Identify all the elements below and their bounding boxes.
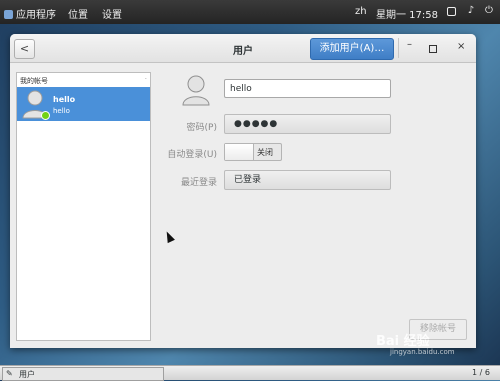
- toggle-state-label: 关闭: [257, 148, 273, 157]
- settings-menu[interactable]: 设置: [102, 6, 122, 21]
- watermark-text: Bai 经验: [376, 334, 430, 349]
- close-button[interactable]: ×: [457, 42, 465, 52]
- toggle-knob[interactable]: [225, 144, 254, 160]
- applications-menu[interactable]: 应用程序: [4, 6, 56, 21]
- user-list-item[interactable]: hello hello: [17, 87, 150, 121]
- screen-icon[interactable]: [447, 7, 456, 16]
- password-button[interactable]: ●●●●●: [224, 114, 391, 134]
- places-menu[interactable]: 位置: [68, 6, 88, 21]
- username-field[interactable]: hello: [224, 79, 391, 98]
- header-bar: < 用户 添加用户(A)… – ×: [10, 34, 476, 63]
- last-login-button[interactable]: 已登录: [224, 170, 391, 190]
- watermark-url: jingyan.baidu.com: [390, 348, 455, 356]
- clock[interactable]: 星期一 17:58: [376, 6, 438, 21]
- last-login-label: 最近登录: [180, 178, 217, 188]
- add-user-button[interactable]: 添加用户(A)…: [310, 38, 394, 60]
- account-list-header-mark: ·: [144, 75, 147, 83]
- taskbar: ✎ 用户 1 / 6: [0, 365, 500, 381]
- account-list: 我的帐号 · hello hello: [16, 72, 151, 341]
- top-bar: 应用程序 位置 设置 zh 星期一 17:58 ♪ ⏻: [0, 0, 500, 24]
- gnome-foot-icon: [4, 10, 13, 19]
- maximize-button[interactable]: [429, 45, 437, 53]
- autologin-label: 自动登录(U): [167, 150, 217, 160]
- power-icon[interactable]: ⏻: [484, 6, 494, 16]
- users-settings-window: < 用户 添加用户(A)… – × 我的帐号 · hello hello hel…: [10, 34, 476, 348]
- account-avatar-icon[interactable]: [182, 74, 210, 106]
- header-separator: [398, 38, 399, 58]
- password-dots: ●●●●●: [234, 119, 279, 129]
- user-login-name: hello: [53, 107, 70, 115]
- mouse-cursor-icon: [163, 229, 175, 244]
- taskbar-window-label: 用户: [19, 370, 35, 379]
- online-status-icon: [41, 111, 50, 120]
- password-label: 密码(P): [186, 123, 217, 133]
- autologin-toggle[interactable]: 关闭: [224, 143, 282, 161]
- applications-menu-label: 应用程序: [16, 10, 56, 21]
- input-language-indicator[interactable]: zh: [355, 6, 367, 17]
- users-app-icon: ✎: [6, 369, 13, 378]
- workspace-indicator[interactable]: 1 / 6: [472, 368, 490, 377]
- volume-icon[interactable]: ♪: [466, 6, 476, 16]
- minimize-button[interactable]: –: [407, 40, 412, 50]
- user-display-name: hello: [53, 95, 76, 104]
- account-list-header: 我的帐号: [20, 77, 48, 85]
